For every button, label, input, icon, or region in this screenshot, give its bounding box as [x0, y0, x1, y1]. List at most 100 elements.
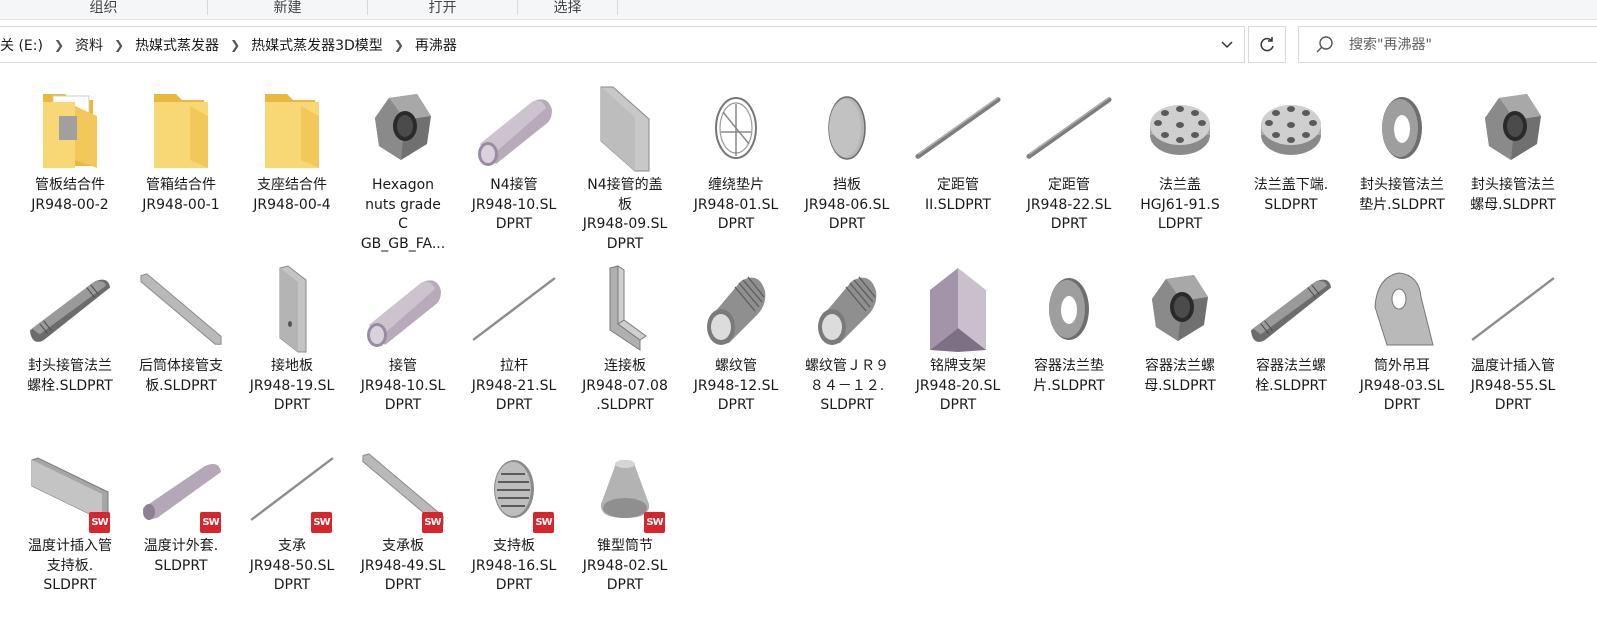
flange-icon: [1136, 80, 1224, 176]
ribbon-group-organize[interactable]: 组织: [0, 0, 208, 16]
file-item[interactable]: 容器法兰螺 栓.SLDPRT: [1236, 261, 1346, 436]
file-name: N4接管 JR948-10.SL DPRT: [471, 177, 557, 232]
ribbon-toolbar: 组织 新建 打开 选择: [0, 0, 1597, 20]
file-item[interactable]: 后筒体接管支 板.SLDPRT: [126, 261, 236, 436]
file-name: 支座结合件 JR948-00-4: [253, 177, 331, 213]
file-name: 容器法兰垫 片.SLDPRT: [1033, 358, 1105, 394]
disc-icon: [803, 80, 891, 176]
file-item[interactable]: N4接管的盖 板 JR948-09.SL DPRT: [570, 80, 680, 255]
pipe-icon: [470, 80, 558, 176]
washer-icon: [1025, 261, 1113, 357]
file-item[interactable]: 接地板 JR948-19.SL DPRT: [237, 261, 347, 436]
address-history-dropdown[interactable]: [1210, 27, 1244, 62]
file-name: 法兰盖下端. SLDPRT: [1253, 177, 1329, 213]
file-item[interactable]: 管板结合件 JR948-00-2: [15, 80, 125, 255]
file-item[interactable]: 法兰盖 HGJ61-91.S LDPRT: [1125, 80, 1235, 255]
file-item[interactable]: 支座结合件 JR948-00-4: [237, 80, 347, 255]
refresh-icon: [1260, 36, 1274, 51]
file-item[interactable]: N4接管 JR948-10.SL DPRT: [459, 80, 569, 255]
file-item[interactable]: 定距管 II.SLDPRT: [903, 80, 1013, 255]
file-item[interactable]: 螺纹管ＪＲ９ ８４－１２. SLDPRT: [792, 261, 902, 436]
file-item[interactable]: Hexagon nuts grade C GB_GB_FA...: [348, 80, 458, 255]
refresh-button[interactable]: [1248, 26, 1286, 63]
chevron-down-icon: [1221, 40, 1233, 48]
washer-icon: [1358, 80, 1446, 176]
solidworks-badge-icon: SW: [422, 512, 443, 533]
chevron-right-icon[interactable]: ❯: [222, 38, 248, 52]
file-item[interactable]: 接管 JR948-10.SL DPRT: [348, 261, 458, 436]
search-icon: [1315, 35, 1335, 55]
file-name: 接管 JR948-10.SL DPRT: [360, 358, 446, 413]
file-item[interactable]: SW 锥型筒节 JR948-02.SL DPRT: [570, 441, 680, 616]
file-name: 铭牌支架 JR948-20.SL DPRT: [915, 358, 1001, 413]
breadcrumb-ziliao[interactable]: 资料: [72, 35, 106, 55]
file-item[interactable]: 温度计插入管 JR948-55.SL DPRT: [1458, 261, 1568, 436]
breadcrumb-evaporator[interactable]: 热媒式蒸发器: [132, 35, 222, 55]
wound-gasket-icon: [692, 80, 780, 176]
file-item[interactable]: 缠绕垫片 JR948-01.SL DPRT: [681, 80, 791, 255]
file-name: 螺纹管ＪＲ９ ８４－１２. SLDPRT: [805, 358, 889, 413]
file-item[interactable]: 封头接管法兰 螺栓.SLDPRT: [15, 261, 125, 436]
file-item[interactable]: SW 支持板 JR948-16.SL DPRT: [459, 441, 569, 616]
search-box[interactable]: [1298, 26, 1597, 63]
file-item[interactable]: SW 支承板 JR948-49.SL DPRT: [348, 441, 458, 616]
hex-nut-icon: [359, 80, 447, 176]
ribbon-group-select[interactable]: 选择: [518, 0, 618, 16]
file-item[interactable]: 筒外吊耳 JR948-03.SL DPRT: [1347, 261, 1457, 436]
file-name: 封头接管法兰 垫片.SLDPRT: [1359, 177, 1445, 213]
breadcrumb-drive[interactable]: 关 (E:): [0, 35, 46, 55]
file-item[interactable]: 连接板 JR948-07.08 .SLDPRT: [570, 261, 680, 436]
file-item[interactable]: 定距管 JR948-22.SL DPRT: [1014, 80, 1124, 255]
file-item[interactable]: 封头接管法兰 螺母.SLDPRT: [1458, 80, 1568, 255]
file-name: 挡板 JR948-06.SL DPRT: [804, 177, 890, 232]
ribbon-group-new[interactable]: 新建: [208, 0, 368, 16]
threaded-pipe-icon: [803, 261, 891, 357]
file-item[interactable]: SW 温度计插入管 支持板. SLDPRT: [15, 441, 125, 616]
file-name: 缠绕垫片 JR948-01.SL DPRT: [693, 177, 779, 232]
file-name: 支承板 JR948-49.SL DPRT: [360, 538, 446, 593]
file-item[interactable]: 铭牌支架 JR948-20.SL DPRT: [903, 261, 1013, 436]
solidworks-badge-icon: SW: [644, 512, 665, 533]
file-item[interactable]: 容器法兰螺 母.SLDPRT: [1125, 261, 1235, 436]
ribbon-group-label: 选择: [553, 0, 582, 16]
file-name: 后筒体接管支 板.SLDPRT: [139, 358, 223, 394]
perforated-plate-icon: SW: [470, 441, 558, 537]
search-input[interactable]: [1349, 36, 1589, 53]
file-name: 支承 JR948-50.SL DPRT: [249, 538, 335, 593]
file-item[interactable]: SW 温度计外套. SLDPRT: [126, 441, 236, 616]
breadcrumb-reboiler[interactable]: 再沸器: [412, 35, 460, 55]
chevron-right-icon[interactable]: ❯: [46, 38, 72, 52]
file-name: 连接板 JR948-07.08 .SLDPRT: [582, 358, 668, 413]
thin-tube-icon: [1025, 80, 1113, 176]
ribbon-group-open[interactable]: 打开: [368, 0, 518, 16]
file-name: 封头接管法兰 螺母.SLDPRT: [1470, 177, 1556, 213]
cone-icon: SW: [581, 441, 669, 537]
file-name: 筒外吊耳 JR948-03.SL DPRT: [1359, 358, 1445, 413]
stud-bolt-icon: [1247, 261, 1335, 357]
file-item[interactable]: SW 支承 JR948-50.SL DPRT: [237, 441, 347, 616]
threaded-pipe-icon: [692, 261, 780, 357]
sleeve-icon: SW: [137, 441, 225, 537]
file-name: 温度计外套. SLDPRT: [143, 538, 219, 574]
file-name: 管板结合件 JR948-00-2: [31, 177, 109, 213]
file-item[interactable]: 法兰盖下端. SLDPRT: [1236, 80, 1346, 255]
chevron-right-icon[interactable]: ❯: [386, 38, 412, 52]
file-item[interactable]: 挡板 JR948-06.SL DPRT: [792, 80, 902, 255]
solidworks-badge-icon: SW: [533, 512, 554, 533]
nameplate-bracket-icon: [914, 261, 1002, 357]
file-name: 拉杆 JR948-21.SL DPRT: [471, 358, 557, 413]
file-item[interactable]: 螺纹管 JR948-12.SL DPRT: [681, 261, 791, 436]
breadcrumb-3d-model[interactable]: 热媒式蒸发器3D模型: [248, 35, 386, 55]
file-item[interactable]: 容器法兰垫 片.SLDPRT: [1014, 261, 1124, 436]
address-bar[interactable]: 关 (E:) ❯ 资料 ❯ 热媒式蒸发器 ❯ 热媒式蒸发器3D模型 ❯ 再沸器: [0, 26, 1245, 63]
folder-icon: [248, 80, 336, 176]
chevron-right-icon[interactable]: ❯: [106, 38, 132, 52]
file-item[interactable]: 封头接管法兰 垫片.SLDPRT: [1347, 80, 1457, 255]
breadcrumb: 关 (E:) ❯ 资料 ❯ 热媒式蒸发器 ❯ 热媒式蒸发器3D模型 ❯ 再沸器: [0, 27, 460, 62]
file-item[interactable]: 管箱结合件 JR948-00-1: [126, 80, 236, 255]
file-name: 管箱结合件 JR948-00-1: [142, 177, 220, 213]
file-name: 锥型筒节 JR948-02.SL DPRT: [582, 538, 668, 593]
file-item[interactable]: 拉杆 JR948-21.SL DPRT: [459, 261, 569, 436]
pipe-icon: [359, 261, 447, 357]
ribbon-group-label: 组织: [89, 0, 118, 16]
